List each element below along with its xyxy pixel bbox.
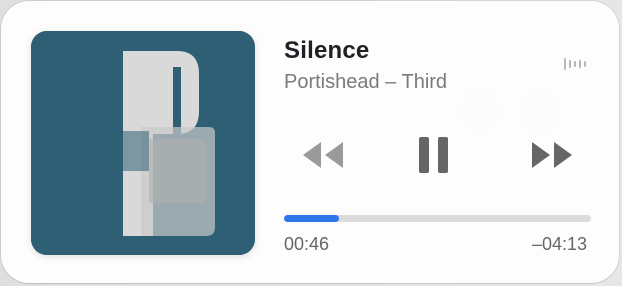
fast-forward-icon	[532, 142, 572, 168]
remaining-time: –04:13	[531, 234, 587, 254]
album-art	[31, 31, 255, 255]
now-playing-widget: Silence Portishead – Third 00:46 –04:13	[1, 1, 619, 283]
fast-forward-button[interactable]	[528, 134, 576, 176]
playback-controls	[299, 134, 577, 176]
elapsed-time: 00:46	[284, 234, 330, 254]
track-title: Silence	[284, 37, 370, 64]
rewind-button[interactable]	[299, 134, 347, 176]
pause-button[interactable]	[417, 134, 451, 176]
progress-bar[interactable]	[284, 215, 591, 222]
rewind-icon	[303, 142, 343, 168]
track-subtitle: Portishead – Third	[284, 71, 448, 93]
audio-output-icon[interactable]	[563, 56, 591, 72]
pause-icon	[419, 137, 448, 173]
progress-fill	[284, 215, 340, 222]
